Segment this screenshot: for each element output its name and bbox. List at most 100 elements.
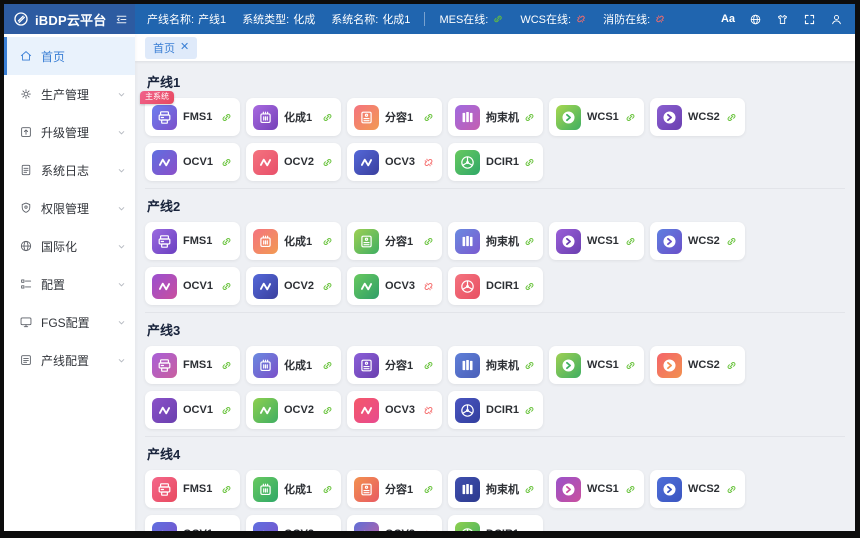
- sidebar-collapse-icon[interactable]: [115, 13, 128, 26]
- link-connected-icon: [321, 156, 334, 169]
- device-card[interactable]: 化成1: [246, 470, 341, 508]
- device-card[interactable]: 化成1: [246, 346, 341, 384]
- chevron-down-icon: [116, 165, 127, 176]
- device-card[interactable]: 化成1: [246, 222, 341, 260]
- device-name: DCIR1: [486, 404, 519, 416]
- device-card[interactable]: 主系统FMS1: [145, 98, 240, 136]
- device-link-status: [422, 156, 435, 169]
- device-link-status: [422, 359, 435, 372]
- device-card[interactable]: 拘束机: [448, 98, 543, 136]
- device-name: 分容1: [385, 357, 413, 373]
- sidebar-item-label: FGS配置: [41, 314, 90, 331]
- device-link-status: [321, 111, 334, 124]
- device-card[interactable]: 分容1: [347, 222, 442, 260]
- app-title: iBDP云平台: [35, 10, 106, 29]
- device-card[interactable]: OCV2: [246, 143, 341, 181]
- sidebar-item-7[interactable]: FGS配置: [4, 303, 135, 341]
- device-link-status: [321, 483, 334, 496]
- device-icon: [455, 105, 480, 130]
- device-card[interactable]: 拘束机: [448, 222, 543, 260]
- line-section: 产线3FMS1化成1分容1拘束机WCS1WCS2OCV1OCV2OCV3DCIR…: [145, 320, 845, 437]
- device-card[interactable]: WCS1: [549, 222, 644, 260]
- device-card[interactable]: 拘束机: [448, 470, 543, 508]
- device-card[interactable]: DCIR1: [448, 515, 543, 531]
- device-card[interactable]: OCV3: [347, 515, 442, 531]
- tab-0[interactable]: 首页✕: [145, 37, 197, 59]
- device-card[interactable]: OCV3: [347, 143, 442, 181]
- device-card[interactable]: DCIR1: [448, 267, 543, 305]
- device-icon: [455, 398, 480, 423]
- logo-icon: [13, 11, 29, 27]
- device-card[interactable]: WCS2: [650, 222, 745, 260]
- device-card[interactable]: OCV3: [347, 391, 442, 429]
- device-card[interactable]: 分容1: [347, 470, 442, 508]
- fgs-icon: [19, 315, 33, 329]
- device-card[interactable]: OCV1: [145, 143, 240, 181]
- sidebar-item-4[interactable]: 权限管理: [4, 189, 135, 227]
- sidebar-item-3[interactable]: 系统日志: [4, 151, 135, 189]
- sidebar-item-6[interactable]: 配置: [4, 265, 135, 303]
- device-link-status: [523, 280, 536, 293]
- link-connected-icon: [422, 111, 435, 124]
- device-card[interactable]: OCV1: [145, 391, 240, 429]
- device-card[interactable]: WCS2: [650, 98, 745, 136]
- device-icon: [152, 522, 177, 532]
- link-connected-icon: [624, 111, 637, 124]
- info-label: 系统类型:: [242, 11, 289, 27]
- device-name: DCIR1: [486, 280, 519, 292]
- font-size-icon[interactable]: Aa: [721, 14, 735, 25]
- sidebar-item-1[interactable]: 生产管理: [4, 75, 135, 113]
- sidebar-item-8[interactable]: 产线配置: [4, 341, 135, 379]
- ocv-icon: [257, 278, 274, 295]
- user-icon[interactable]: [830, 13, 843, 26]
- info-label: 产线名称:: [147, 11, 194, 27]
- sidebar-item-label: 配置: [41, 276, 65, 293]
- device-card[interactable]: OCV2: [246, 515, 341, 531]
- device-card[interactable]: OCV2: [246, 391, 341, 429]
- link-connected-icon: [523, 483, 536, 496]
- device-icon: [253, 522, 278, 532]
- device-card[interactable]: 分容1: [347, 346, 442, 384]
- dcir-icon: [459, 526, 476, 532]
- device-card[interactable]: OCV1: [145, 515, 240, 531]
- close-icon[interactable]: ✕: [180, 42, 189, 53]
- link-broken-icon: [654, 13, 666, 25]
- device-name: DCIR1: [486, 528, 519, 531]
- device-card[interactable]: DCIR1: [448, 143, 543, 181]
- device-name: WCS2: [688, 359, 720, 371]
- device-card[interactable]: 拘束机: [448, 346, 543, 384]
- device-card[interactable]: WCS2: [650, 346, 745, 384]
- theme-icon[interactable]: [776, 13, 789, 26]
- device-card[interactable]: FMS1: [145, 470, 240, 508]
- device-card[interactable]: DCIR1: [448, 391, 543, 429]
- header-tools: Aa: [721, 13, 843, 26]
- fullscreen-icon[interactable]: [803, 13, 816, 26]
- sidebar-item-label: 产线配置: [41, 352, 89, 369]
- device-card[interactable]: 化成1: [246, 98, 341, 136]
- device-card[interactable]: OCV2: [246, 267, 341, 305]
- device-card[interactable]: WCS1: [549, 346, 644, 384]
- device-name: OCV3: [385, 404, 415, 416]
- sidebar-item-0[interactable]: 首页: [4, 37, 135, 75]
- card-grid: FMS1化成1 分容1 拘束机WCS1 WCS2 OCV1OCV2 OCV3 DCIR1: [145, 346, 845, 429]
- device-card[interactable]: OCV1: [145, 267, 240, 305]
- header-divider: [424, 12, 425, 26]
- device-card[interactable]: WCS1: [549, 98, 644, 136]
- device-card[interactable]: 分容1: [347, 98, 442, 136]
- device-name: 分容1: [385, 481, 413, 497]
- link-connected-icon: [220, 404, 233, 417]
- upgrade-icon: [19, 125, 33, 139]
- device-name: OCV3: [385, 528, 415, 531]
- device-icon: [657, 229, 682, 254]
- device-card[interactable]: FMS1: [145, 222, 240, 260]
- sidebar-item-5[interactable]: 国际化: [4, 227, 135, 265]
- globe-icon[interactable]: [749, 13, 762, 26]
- device-card[interactable]: WCS2: [650, 470, 745, 508]
- device-card[interactable]: OCV3: [347, 267, 442, 305]
- wcs-icon: [560, 233, 577, 250]
- device-card[interactable]: WCS1: [549, 470, 644, 508]
- device-card[interactable]: FMS1: [145, 346, 240, 384]
- device-name: 拘束机: [486, 481, 519, 497]
- sidebar-item-2[interactable]: 升级管理: [4, 113, 135, 151]
- ocv-icon: [358, 402, 375, 419]
